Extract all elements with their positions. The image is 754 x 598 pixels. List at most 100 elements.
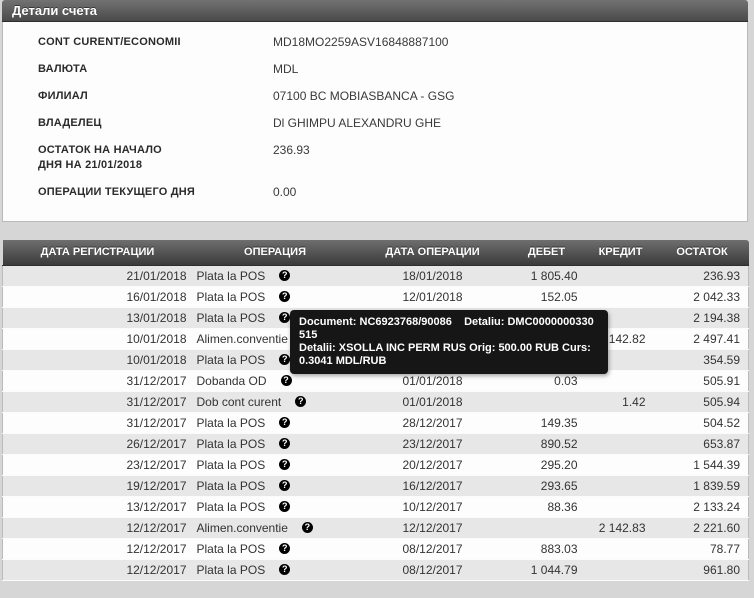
info-label: CONT CURENT/ECONOMII (38, 36, 181, 48)
credit-cell: 1.42 (585, 391, 656, 413)
credit-cell (585, 538, 656, 560)
column-header: ОПЕРАЦИЯ (192, 240, 358, 266)
operation-date-cell: 10/12/2017 (357, 496, 508, 518)
operation-cell: Plata la POS ? (192, 412, 358, 434)
operation-cell: Plata la POS ? (192, 559, 358, 581)
debit-cell: 293.65 (507, 475, 586, 497)
transaction-row: 12/12/2017 Plata la POS ? 08/12/2017 1 0… (2, 559, 749, 581)
help-icon[interactable]: ? (279, 291, 291, 302)
credit-cell (585, 286, 656, 308)
help-icon[interactable]: ? (280, 375, 292, 386)
operation-label: Alimen.conventie (196, 331, 288, 346)
info-row: ВЛАДЕЛЕЦ Dl GHIMPU ALEXANDRU GHE (38, 116, 747, 131)
balance-cell: 2 133.24 (655, 496, 749, 518)
balance-cell: 505.94 (655, 391, 749, 413)
help-icon[interactable]: ? (295, 396, 307, 407)
credit-cell (585, 433, 656, 455)
debit-cell: 295.20 (507, 454, 586, 476)
registration-date-cell: 10/01/2018 (2, 328, 193, 350)
help-icon[interactable]: ? (279, 270, 291, 281)
credit-cell (585, 496, 656, 518)
help-icon[interactable]: ? (279, 438, 291, 449)
operation-date-cell: 12/12/2017 (357, 517, 508, 539)
transaction-row: 21/01/2018 Plata la POS ? 18/01/2018 1 8… (2, 265, 749, 287)
column-header: ДАТА ОПЕРАЦИИ (357, 240, 508, 266)
info-label: ОСТАТОК НА НАЧАЛО ДНЯ НА 21/01/2018 (38, 144, 162, 171)
help-icon[interactable]: ? (279, 480, 291, 491)
operation-cell: Plata la POS ? (192, 265, 358, 287)
registration-date-cell: 26/12/2017 (2, 433, 193, 455)
registration-date-cell: 13/01/2018 (2, 307, 193, 329)
operation-label: Plata la POS (196, 457, 266, 472)
balance-cell: 1 839.59 (655, 475, 749, 497)
operation-label: Plata la POS (196, 478, 266, 493)
column-header: ДЕБЕТ (507, 240, 586, 266)
debit-cell: 883.03 (507, 538, 586, 560)
balance-cell: 505.91 (655, 370, 749, 392)
info-value: 07100 BC MOBIASBANCA - GSG (273, 89, 455, 103)
column-header: ОСТАТОК (655, 240, 749, 266)
info-label: ОПЕРАЦИИ ТЕКУЩЕГО ДНЯ (38, 186, 196, 198)
balance-cell: 236.93 (655, 265, 749, 287)
credit-cell (585, 454, 656, 476)
transaction-row: 12/12/2017 Alimen.conventie ? 12/12/2017… (2, 517, 749, 539)
operation-cell: Plata la POS ? (192, 433, 358, 455)
operation-date-cell: 08/12/2017 (357, 559, 508, 581)
help-icon[interactable]: ? (279, 459, 291, 470)
registration-date-cell: 13/12/2017 (2, 496, 193, 518)
transaction-row: 16/01/2018 Plata la POS ? 12/01/2018 152… (2, 286, 749, 308)
operation-label: Plata la POS (196, 268, 266, 283)
registration-date-cell: 23/12/2017 (2, 454, 193, 476)
help-icon[interactable]: ? (279, 417, 291, 428)
operation-date-cell: 01/01/2018 (357, 391, 508, 413)
credit-cell (585, 412, 656, 434)
help-icon[interactable]: ? (301, 522, 313, 533)
operation-date-cell: 16/12/2017 (357, 475, 508, 497)
panel-title: Детали счета (2, 0, 748, 22)
debit-cell: 1 044.79 (507, 559, 586, 581)
info-value: MDL (273, 62, 299, 76)
operation-detail-tooltip: Document: NC6923768/90086 Detaliu: DMC00… (290, 310, 608, 374)
transaction-row: 23/12/2017 Plata la POS ? 20/12/2017 295… (2, 454, 749, 476)
debit-cell: 149.35 (507, 412, 586, 434)
operation-label: Dob cont curent (196, 394, 282, 409)
operation-date-cell: 20/12/2017 (357, 454, 508, 476)
debit-cell: 890.52 (507, 433, 586, 455)
transaction-row: 12/12/2017 Plata la POS ? 08/12/2017 883… (2, 538, 749, 560)
info-row: CONT CURENT/ECONOMII MD18MO2259ASV168488… (38, 35, 747, 50)
info-row: ОСТАТОК НА НАЧАЛО ДНЯ НА 21/01/2018 236.… (38, 143, 747, 173)
credit-cell: 2 142.83 (585, 517, 656, 539)
operation-cell: Plata la POS ? (192, 454, 358, 476)
operation-date-cell: 23/12/2017 (357, 433, 508, 455)
operation-cell: Alimen.conventie ? (192, 517, 358, 539)
info-row: ОПЕРАЦИИ ТЕКУЩЕГО ДНЯ 0.00 (38, 185, 747, 200)
operation-date-cell: 08/12/2017 (357, 538, 508, 560)
info-value: MD18MO2259ASV16848887100 (273, 35, 449, 49)
operation-date-cell: 12/01/2018 (357, 286, 508, 308)
operation-cell: Plata la POS ? (192, 496, 358, 518)
operation-label: Plata la POS (196, 499, 266, 514)
registration-date-cell: 12/12/2017 (2, 538, 193, 560)
info-value: 0.00 (273, 185, 297, 199)
tooltip-line1: Document: NC6923768/90086 Detaliu: DMC00… (299, 316, 594, 341)
help-icon[interactable]: ? (279, 501, 291, 512)
registration-date-cell: 19/12/2017 (2, 475, 193, 497)
operation-label: Plata la POS (196, 310, 266, 325)
operation-label: Dobanda OD (196, 373, 267, 388)
column-header: ДАТА РЕГИСТРАЦИИ (2, 240, 193, 266)
credit-cell (585, 475, 656, 497)
operation-date-cell: 28/12/2017 (357, 412, 508, 434)
help-icon[interactable]: ? (279, 354, 291, 365)
transaction-row: 13/12/2017 Plata la POS ? 10/12/2017 88.… (2, 496, 749, 518)
help-icon[interactable]: ? (279, 564, 291, 575)
info-label: ВАЛЮТА (38, 63, 88, 75)
registration-date-cell: 21/01/2018 (2, 265, 193, 287)
help-icon[interactable]: ? (279, 312, 291, 323)
debit-cell: 1 805.40 (507, 265, 586, 287)
balance-cell: 2 042.33 (655, 286, 749, 308)
balance-cell: 354.59 (655, 349, 749, 371)
transactions-table: ДАТА РЕГИСТРАЦИИ ОПЕРАЦИЯ ДАТА ОПЕРАЦИИ ДЕБ… (2, 240, 749, 581)
balance-cell: 504.52 (655, 412, 749, 434)
registration-date-cell: 31/12/2017 (2, 391, 193, 413)
help-icon[interactable]: ? (279, 543, 291, 554)
